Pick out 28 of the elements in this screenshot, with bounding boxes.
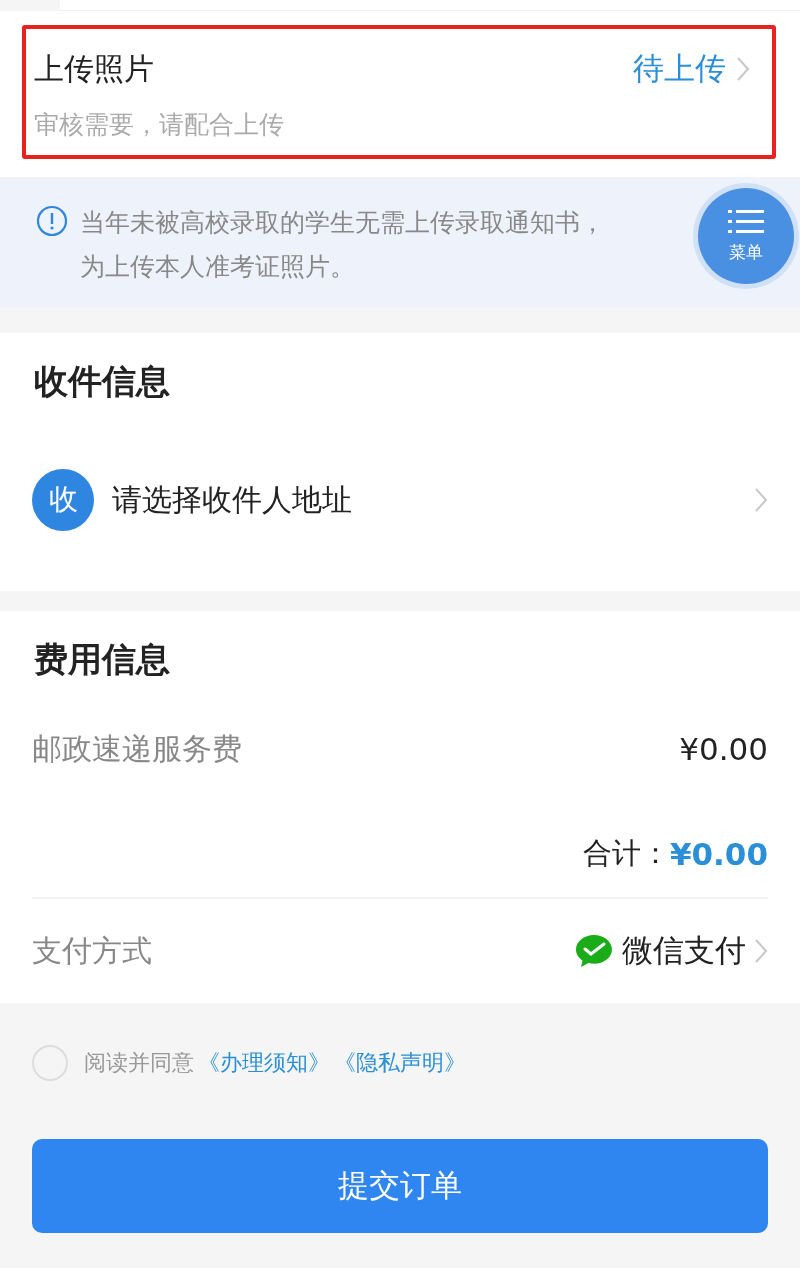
upload-status: 待上传 bbox=[633, 49, 726, 88]
total-value: ¥0.00 bbox=[669, 836, 768, 872]
chevron-right-icon bbox=[736, 56, 750, 82]
chevron-right-icon bbox=[754, 938, 768, 964]
recipient-avatar: 收 bbox=[32, 469, 94, 531]
fee-label: 邮政速递服务费 bbox=[32, 729, 242, 768]
payment-method-selector[interactable]: 微信支付 bbox=[574, 930, 768, 972]
agreement-link[interactable]: 《办理须知》 bbox=[198, 1050, 330, 1075]
info-icon bbox=[36, 205, 68, 237]
agreement-text: 阅读并同意 《办理须知》 《隐私声明》 bbox=[84, 1049, 466, 1077]
address-placeholder: 请选择收件人地址 bbox=[112, 480, 353, 519]
chevron-right-icon bbox=[754, 487, 768, 513]
menu-icon bbox=[728, 208, 764, 235]
total-label: 合计： bbox=[582, 835, 670, 872]
address-selector[interactable]: 收 请选择收件人地址 bbox=[32, 409, 768, 591]
upload-hint: 审核需要，请配合上传 bbox=[34, 109, 284, 141]
submit-order-button[interactable]: 提交订单 bbox=[32, 1139, 768, 1233]
agreement-checkbox[interactable] bbox=[32, 1045, 68, 1081]
fee-value: ¥0.00 bbox=[679, 731, 768, 767]
section-title: 费用信息 bbox=[33, 638, 171, 681]
upload-title: 上传照片 bbox=[34, 50, 155, 88]
payment-method: 微信支付 bbox=[622, 931, 746, 970]
payment-label: 支付方式 bbox=[32, 931, 152, 970]
upload-photo-card[interactable]: 上传照片 审核需要，请配合上传 待上传 bbox=[22, 25, 776, 159]
notice-text: 当年未被高校录取的学生无需上传录取通知书，为上传本人准考证照片。 bbox=[80, 207, 606, 283]
chat-bubble-icon bbox=[574, 933, 614, 969]
agreement-link[interactable]: 《隐私声明》 bbox=[334, 1050, 466, 1075]
section-title: 收件信息 bbox=[33, 360, 171, 403]
